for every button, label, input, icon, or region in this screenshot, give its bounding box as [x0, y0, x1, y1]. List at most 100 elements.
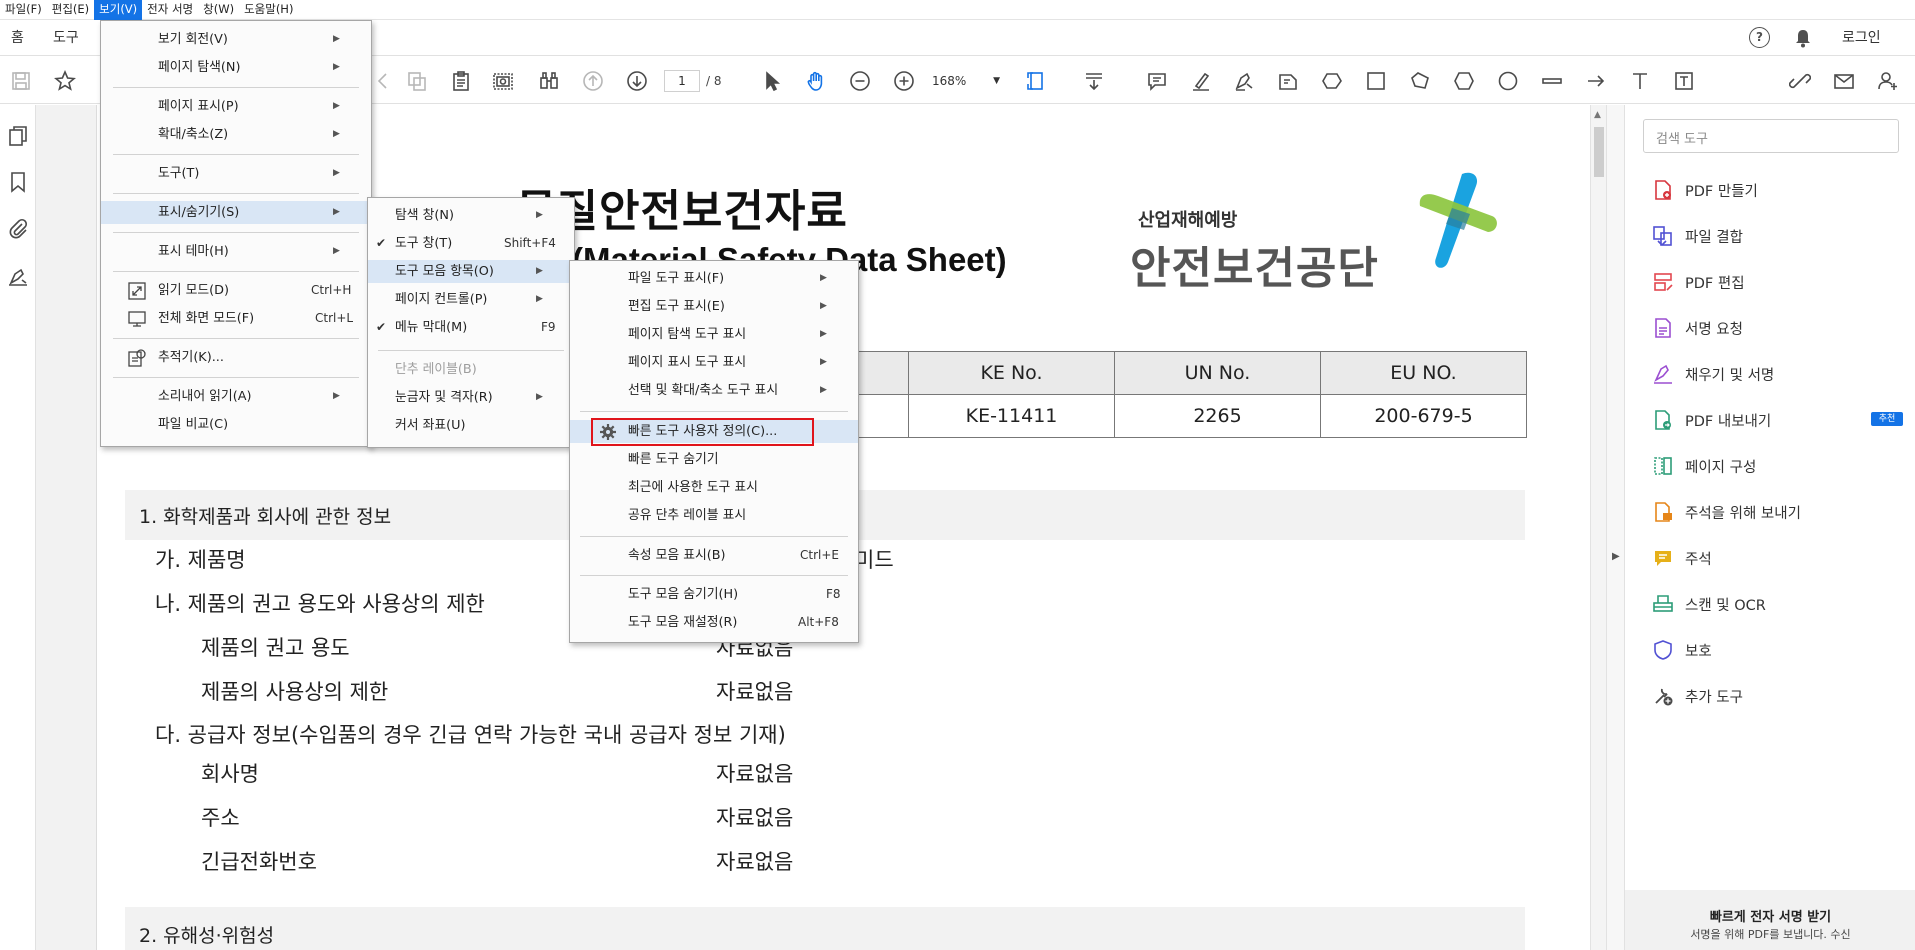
submenu-arrow-icon: ▶ [333, 129, 340, 139]
identifier-table: KE No. UN No. EU NO. KE-11411 2265 200-6… [842, 351, 1527, 438]
menu-item-page-display[interactable]: 페이지 표시(P) ▶ [101, 95, 371, 118]
text-box-icon[interactable] [1671, 68, 1697, 94]
tool-fill-and-sign[interactable]: 채우기 및 서명 [1652, 361, 1774, 387]
attachment-icon[interactable] [7, 217, 29, 239]
next-page-icon[interactable] [624, 68, 650, 94]
menu-item-toolbar-items[interactable]: 도구 모음 항목(O) ▶ [368, 260, 574, 283]
draw-pen-icon[interactable] [1231, 68, 1257, 94]
tool-organize-pages[interactable]: 페이지 구성 [1652, 453, 1756, 479]
tool-scan-ocr[interactable]: 스캔 및 OCR [1652, 591, 1766, 617]
menu-item-rulers-grids[interactable]: 눈금자 및 격자(R) ▶ [368, 386, 574, 409]
tool-send-for-comments[interactable]: 주석을 위해 보내기 [1652, 499, 1801, 525]
save-icon[interactable] [8, 68, 34, 94]
page-number-input[interactable]: 1 [664, 70, 700, 92]
add-user-icon[interactable] [1875, 68, 1901, 94]
scrollbar-thumb[interactable] [1594, 127, 1604, 177]
polyline-icon[interactable] [1407, 68, 1433, 94]
menu-separator [113, 271, 359, 272]
select-cursor-icon[interactable] [759, 68, 785, 94]
menu-item-compare-files[interactable]: 파일 비교(C) [101, 413, 371, 436]
binoculars-icon[interactable] [536, 68, 562, 94]
menu-item-zoom[interactable]: 확대/축소(Z) ▶ [101, 123, 371, 146]
hand-tool-icon[interactable] [803, 68, 829, 94]
menu-item-page-navigation[interactable]: 페이지 탐색(N) ▶ [101, 56, 371, 79]
tool-export-pdf[interactable]: PDF 내보내기 [1652, 407, 1771, 433]
login-button[interactable]: 로그인 [1842, 20, 1881, 56]
menu-item-rotate-view[interactable]: 보기 회전(V) ▶ [101, 28, 371, 51]
tool-protect[interactable]: 보호 [1652, 637, 1712, 663]
scroll-up-icon[interactable]: ▲ [1594, 110, 1601, 120]
menu-item-show-select-zoom-tools[interactable]: 선택 및 확대/축소 도구 표시 ▶ [570, 379, 858, 402]
circle-icon[interactable] [1495, 68, 1521, 94]
submenu-arrow-icon: ▶ [820, 385, 827, 395]
text-tool-icon[interactable] [1627, 68, 1653, 94]
zoom-out-icon[interactable] [847, 68, 873, 94]
menu-item-show-recent-tools[interactable]: 최근에 사용한 도구 표시 [570, 476, 858, 499]
menu-item-tools-pane[interactable]: ✔ 도구 창(T) Shift+F4 [368, 232, 574, 255]
clipboard-icon[interactable] [448, 68, 474, 94]
stamp-text-icon[interactable] [1275, 68, 1301, 94]
home-tab[interactable]: 홈 [11, 20, 24, 56]
copy-icon[interactable] [404, 68, 430, 94]
snapshot-icon[interactable] [490, 68, 516, 94]
share-link-icon[interactable] [1787, 68, 1813, 94]
menu-item-hide-quick-tools[interactable]: 빠른 도구 숨기기 [570, 448, 858, 471]
polygon-icon[interactable] [1319, 68, 1345, 94]
menu-item-menu-bar[interactable]: ✔ 메뉴 막대(M) F9 [368, 316, 574, 339]
menu-item-tools[interactable]: 도구(T) ▶ [101, 162, 371, 185]
menu-view[interactable]: 보기(V) [94, 0, 143, 20]
tool-create-pdf[interactable]: PDF 만들기 [1652, 177, 1758, 203]
chevron-left-icon[interactable] [370, 68, 396, 94]
tool-comment[interactable]: 주석 [1652, 545, 1712, 571]
menu-item-show-hide[interactable]: 표시/숨기기(S) ▶ [101, 201, 371, 224]
zoom-dropdown[interactable]: 168% ▼ [932, 70, 1000, 92]
menu-edit[interactable]: 편집(E) [47, 0, 94, 20]
hexagon-icon[interactable] [1451, 68, 1477, 94]
menu-item-show-properties-bar[interactable]: 속성 모음 표시(B) Ctrl+E [570, 544, 858, 567]
menu-item-show-edit-tools[interactable]: 편집 도구 표시(E) ▶ [570, 295, 858, 318]
email-icon[interactable] [1831, 68, 1857, 94]
tool-request-signature[interactable]: 서명 요청 [1652, 315, 1743, 341]
menu-window[interactable]: 창(W) [198, 0, 239, 20]
menu-file[interactable]: 파일(F) [0, 0, 47, 20]
menu-e-sign[interactable]: 전자 서명 [142, 0, 198, 20]
search-tools-input[interactable]: 검색 도구 [1643, 119, 1899, 153]
signature-icon[interactable] [7, 265, 29, 287]
esign-promo[interactable]: 빠르게 전자 서명 받기 서명을 위해 PDF를 보냅니다. 수신 [1625, 890, 1915, 950]
menu-item-show-page-display-tools[interactable]: 페이지 표시 도구 표시 ▶ [570, 351, 858, 374]
menu-item-show-file-tools[interactable]: 파일 도구 표시(F) ▶ [570, 267, 858, 290]
menu-item-cursor-coordinates[interactable]: 커서 좌표(U) [368, 414, 574, 437]
bookmark-icon[interactable] [7, 171, 29, 193]
menu-help[interactable]: 도움말(H) [239, 0, 298, 20]
fit-page-icon[interactable] [1024, 68, 1050, 94]
menu-item-hide-toolbars[interactable]: 도구 모음 숨기기(H) F8 [570, 583, 858, 606]
menu-item-read-aloud[interactable]: 소리내어 읽기(A) ▶ [101, 385, 371, 408]
menu-item-show-share-labels[interactable]: 공유 단추 레이블 표시 [570, 504, 858, 527]
line-icon[interactable] [1539, 68, 1565, 94]
menu-item-navigation-pane[interactable]: 탐색 창(N) ▶ [368, 204, 574, 227]
previous-page-icon[interactable] [580, 68, 606, 94]
right-panel-toggle[interactable]: ▶ [1606, 105, 1624, 950]
comment-icon[interactable] [1144, 68, 1170, 94]
pages-icon[interactable] [7, 125, 29, 147]
highlight-icon[interactable] [1188, 68, 1214, 94]
menu-item-reading-mode[interactable]: 읽기 모드(D) Ctrl+H [101, 279, 371, 302]
star-icon[interactable] [52, 68, 78, 94]
menu-item-full-screen[interactable]: 전체 화면 모드(F) Ctrl+L [101, 307, 371, 330]
tools-tab[interactable]: 도구 [53, 20, 79, 56]
menu-item-page-controls[interactable]: 페이지 컨트롤(P) ▶ [368, 288, 574, 311]
tool-more-tools[interactable]: 추가 도구 [1652, 683, 1743, 709]
arrow-icon[interactable] [1583, 68, 1609, 94]
vertical-scrollbar[interactable]: ▲ [1590, 105, 1606, 950]
rectangle-icon[interactable] [1363, 68, 1389, 94]
zoom-in-icon[interactable] [891, 68, 917, 94]
scroll-mode-icon[interactable] [1081, 68, 1107, 94]
tool-combine-files[interactable]: 파일 결합 [1652, 223, 1743, 249]
menu-item-tracker[interactable]: 추적기(K)... [101, 346, 371, 369]
bell-icon[interactable] [1794, 28, 1812, 48]
tool-edit-pdf[interactable]: PDF 편집 [1652, 269, 1745, 295]
menu-item-show-page-nav-tools[interactable]: 페이지 탐색 도구 표시 ▶ [570, 323, 858, 346]
menu-item-reset-toolbars[interactable]: 도구 모음 재설정(R) Alt+F8 [570, 611, 858, 634]
menu-item-display-theme[interactable]: 표시 테마(H) ▶ [101, 240, 371, 263]
help-icon[interactable]: ? [1749, 27, 1770, 48]
